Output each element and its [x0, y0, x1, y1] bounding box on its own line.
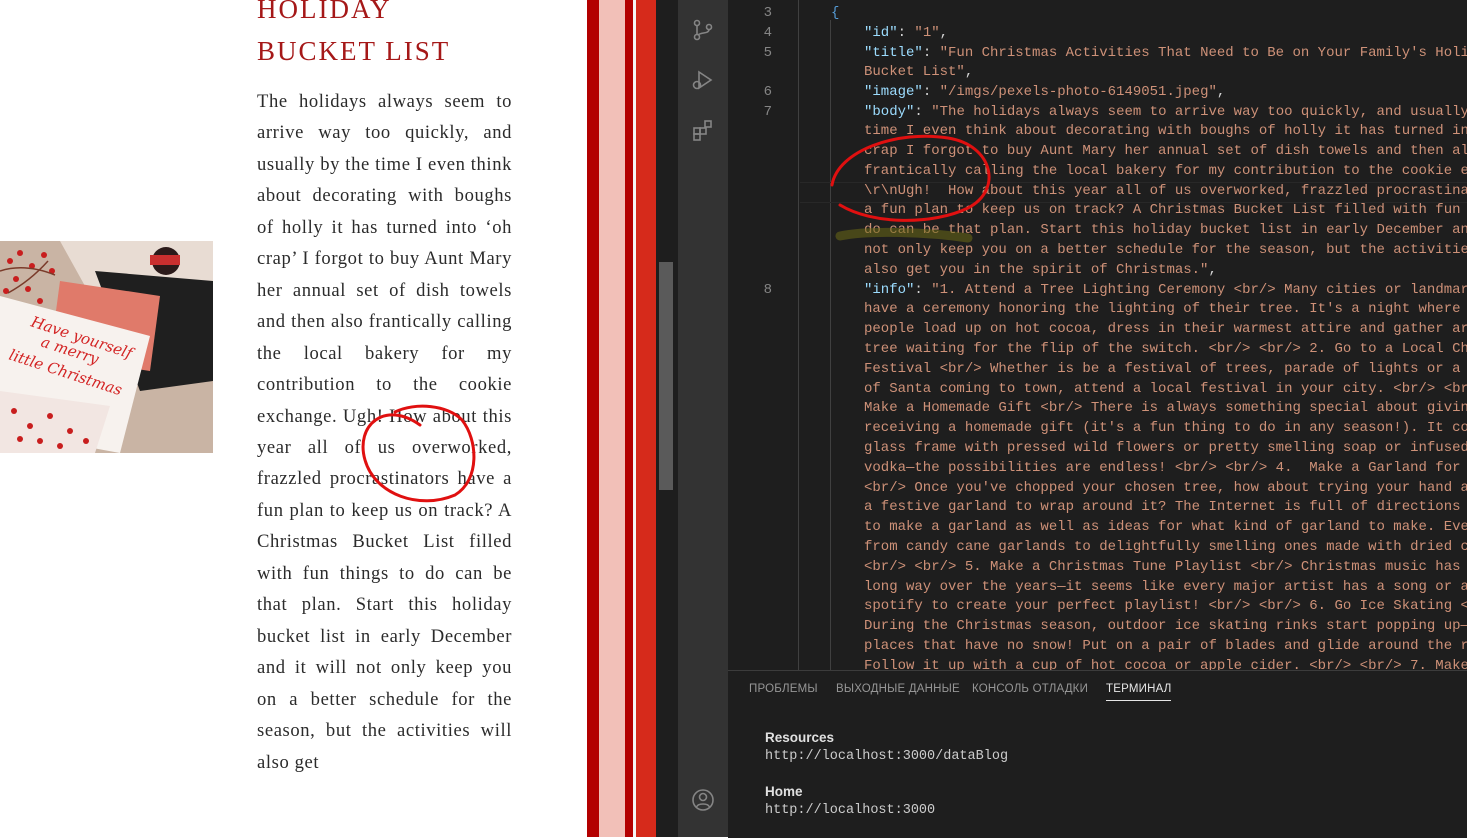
code-line: <br/> Once you've chopped your chosen tr… [864, 480, 1467, 496]
article-title: HOLIDAY BUCKET LIST [257, 0, 527, 72]
code-line: "title": "Fun Christmas Activities That … [864, 44, 1467, 64]
code-line: <br/> <br/> 5. Make a Christmas Tune Pla… [864, 559, 1467, 575]
json-key: "id" [864, 25, 898, 41]
christmas-card-illustration: Have yourself a merry little Christmas [0, 241, 213, 453]
christmas-card-photo: Have yourself a merry little Christmas [0, 241, 213, 453]
json-value: "1" [914, 25, 940, 41]
code-line: a festive garland to wrap around it? The… [864, 499, 1467, 515]
code-editor[interactable]: 3 4 5 6 7 8 { "id": "1", "title": "Fun C… [728, 0, 1467, 670]
run-debug-icon[interactable] [691, 68, 715, 92]
window-divider [587, 0, 599, 837]
code-line: not only keep you on a better schedule f… [864, 242, 1467, 258]
code-line: vodka—the possibilities are endless! <br… [864, 460, 1467, 476]
code-line: { [831, 4, 839, 24]
terminal-home-url[interactable]: http://localhost:3000 [765, 803, 935, 818]
indent-guide [830, 20, 831, 670]
tab-debug-console[interactable]: КОНСОЛЬ ОТЛАДКИ [972, 683, 1088, 695]
line-number: 5 [763, 45, 772, 61]
editor-scrollbar-thumb[interactable] [659, 262, 673, 490]
code-line: a fun plan to keep us on track? A Christ… [864, 202, 1467, 218]
code-line: time I even think about decorating with … [864, 123, 1467, 139]
terminal-home-label: Home [765, 784, 803, 799]
code-line: do can be that plan. Start this holiday … [864, 222, 1467, 238]
code-line: from candy cane garlands to delightfully… [864, 539, 1467, 555]
activity-bar [678, 0, 728, 837]
code-line: receiving a homemade gift (it's a fun th… [864, 420, 1467, 436]
code-line: "body": "The holidays always seem to arr… [864, 103, 1467, 123]
code-line: \r\nUgh! How about this year all of us o… [864, 183, 1467, 199]
window-divider [599, 0, 625, 837]
line-number: 3 [763, 5, 772, 21]
json-key: "info" [864, 282, 915, 298]
code-line: "id": "1", [864, 25, 949, 41]
line-number: 6 [763, 84, 772, 100]
code-line: During the Christmas season, outdoor ice… [864, 618, 1467, 634]
article-title-line2: BUCKET LIST [257, 36, 451, 66]
code-line: Festival <br/> Whether is be a festival … [864, 361, 1467, 377]
code-brace: { [831, 5, 840, 21]
json-value: also get you in the spirit of Christmas.… [864, 262, 1209, 278]
tab-terminal[interactable]: ТЕРМИНАЛ [1106, 683, 1172, 701]
line-number: 4 [763, 25, 772, 41]
line-number: 8 [763, 282, 772, 298]
article-body: The holidays always seem to arrive way t… [257, 91, 512, 773]
code-line: spotify to create your perfect playlist!… [864, 598, 1467, 614]
line-number: 7 [763, 104, 772, 120]
code-line: frantically calling the local bakery for… [864, 163, 1467, 179]
code-line: "info": "1. Attend a Tree Lighting Cerem… [864, 281, 1467, 301]
indent-guide [798, 0, 799, 670]
source-control-icon[interactable] [691, 18, 715, 42]
code-line: people load up on hot cocoa, dress in th… [864, 321, 1467, 337]
code-line: also get you in the spirit of Christmas.… [864, 262, 1217, 278]
json-key: "image" [864, 84, 923, 100]
code-line: Make a Homemade Gift <br/> There is alwa… [864, 400, 1467, 416]
code-line: crap I forgot to buy Aunt Mary her annua… [864, 143, 1467, 159]
code-line: "image": "/imgs/pexels-photo-6149051.jpe… [864, 84, 1226, 100]
account-icon[interactable] [691, 788, 715, 812]
code-line: long way over the years—it seems like ev… [864, 579, 1467, 595]
json-key: "title" [864, 45, 923, 61]
code-line: to make a garland as well as ideas for w… [864, 519, 1467, 535]
code-line: have a ceremony honoring the lighting of… [864, 301, 1467, 317]
terminal-resources-url[interactable]: http://localhost:3000/dataBlog [765, 749, 1008, 764]
json-value: "Fun Christmas Activities That Need to B… [939, 45, 1467, 61]
json-value: "The holidays always seem to arrive way … [931, 104, 1467, 120]
json-value: "1. Attend a Tree Lighting Ceremony <br/… [931, 282, 1467, 298]
blog-page: Have yourself a merry little Christmas H… [0, 0, 587, 837]
tab-output[interactable]: ВЫХОДНЫЕ ДАННЫЕ [836, 683, 960, 695]
json-value: Bucket List" [864, 64, 965, 80]
window-divider [636, 0, 656, 837]
tab-problems[interactable]: ПРОБЛЕМЫ [749, 683, 818, 695]
window-divider [625, 0, 633, 837]
code-line: places that have no snow! Put on a pair … [864, 638, 1467, 654]
article-title-line1: HOLIDAY [257, 0, 392, 24]
code-line: of Santa coming to town, attend a local … [864, 381, 1467, 397]
bottom-panel: ПРОБЛЕМЫ ВЫХОДНЫЕ ДАННЫЕ КОНСОЛЬ ОТЛАДКИ… [728, 670, 1467, 838]
code-line: Follow it up with a cup of hot cocoa or … [864, 658, 1467, 670]
code-line: Bucket List", [864, 64, 974, 80]
terminal-resources-label: Resources [765, 730, 835, 745]
extensions-icon[interactable] [691, 118, 715, 142]
json-key: "body" [864, 104, 915, 120]
code-line: tree waiting for the flip of the switch.… [864, 341, 1467, 357]
code-line: glass frame with pressed wild flowers or… [864, 440, 1467, 456]
json-value: "/imgs/pexels-photo-6149051.jpeg" [939, 84, 1217, 100]
